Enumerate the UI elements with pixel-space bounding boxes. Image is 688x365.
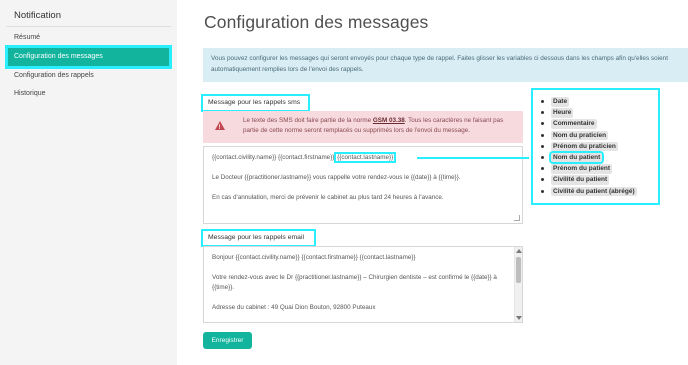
scroll-up-arrow-icon[interactable]: [516, 249, 522, 253]
drag-connector-line: [417, 157, 529, 159]
info-banner: Vous pouvez configurer les messages qui …: [203, 48, 688, 82]
bullet-icon: [541, 189, 544, 193]
variable-chip[interactable]: Nom du patient: [548, 151, 605, 165]
resize-handle[interactable]: [514, 215, 520, 221]
main-content: Configuration des messages Vous pouvez c…: [177, 0, 688, 365]
warning-icon: [215, 121, 225, 133]
bullet-icon: [541, 111, 544, 115]
variable-chip[interactable]: Prénom du patient: [551, 164, 613, 174]
variable-chip[interactable]: Civilité du patient (abrégé): [551, 186, 637, 196]
variable-civilite-patient-abrege[interactable]: Civilité du patient (abrégé): [537, 186, 658, 198]
bullet-icon: [541, 178, 544, 182]
variable-prenom-patient[interactable]: Prénom du patient: [537, 164, 658, 175]
variables-list: Date Heure Commentaire Nom du praticien …: [537, 97, 658, 198]
lastname-variable-token: {{contact.lastname}}: [334, 152, 397, 163]
page-title: Configuration des messages: [204, 12, 429, 32]
email-line-confirmation: Votre rendez-vous avec le Dr {{practitio…: [212, 274, 497, 291]
sidebar-divider: [6, 26, 171, 27]
sidebar-item-historique[interactable]: Historique: [14, 90, 46, 97]
sidebar-title: Notification: [14, 10, 61, 21]
sms-section-label: Message pour les rappels sms: [201, 94, 310, 112]
variable-chip[interactable]: Commentaire: [551, 119, 597, 129]
sidebar-item-configuration-messages[interactable]: Configuration des messages: [5, 45, 172, 69]
gsm-norm-link[interactable]: GSM 03.38: [373, 117, 405, 124]
variable-nom-patient[interactable]: Nom du patient: [537, 151, 658, 165]
email-line-address: Adresse du cabinet : 49 Quai Dion Bouton…: [212, 304, 376, 311]
email-line-greeting: Bonjour {{contact.civility.name}} {{cont…: [212, 254, 416, 261]
bullet-icon: [541, 100, 544, 103]
scroll-thumb[interactable]: [516, 257, 521, 283]
variable-chip[interactable]: Nom du praticien: [551, 130, 609, 141]
bullet-icon: [541, 144, 544, 148]
variable-prenom-praticien[interactable]: Prénom du praticien: [537, 141, 658, 153]
variable-heure[interactable]: Heure: [537, 108, 658, 119]
sms-line-reminder: Le Docteur {{practitioner.lastname}} vou…: [212, 174, 461, 181]
variable-chip[interactable]: Heure: [551, 108, 574, 118]
variable-chip[interactable]: Date: [551, 97, 570, 107]
bullet-icon: [541, 155, 544, 159]
bullet-icon: [541, 133, 544, 137]
save-button[interactable]: Enregistrer: [203, 332, 252, 349]
bullet-icon: [541, 122, 544, 126]
variable-chip[interactable]: Prénom du praticien: [551, 141, 618, 152]
email-message-textarea[interactable]: Bonjour {{contact.civility.name}} {{cont…: [203, 246, 523, 323]
bullet-icon: [541, 167, 544, 171]
email-section-label: Message pour les rappels email: [201, 229, 316, 247]
sidebar-item-resume[interactable]: Résumé: [14, 34, 40, 41]
variable-civilite-patient[interactable]: Civilité du patient: [537, 175, 658, 186]
scroll-down-arrow-icon[interactable]: [516, 316, 522, 320]
sidebar-item-configuration-rappels[interactable]: Configuration des rappels: [14, 72, 94, 79]
sms-warning-alert: Le texte des SMS doit faire partie de la…: [203, 111, 523, 143]
email-scrollbar[interactable]: [514, 247, 522, 322]
variable-chip[interactable]: Civilité du patient: [551, 175, 610, 185]
variables-panel: Date Heure Commentaire Nom du praticien …: [531, 88, 660, 205]
alert-text-prefix: Le texte des SMS doit faire partie de la…: [243, 117, 372, 124]
variable-nom-praticien[interactable]: Nom du praticien: [537, 130, 658, 142]
sms-line-cancellation: En cas d'annulation, merci de prévenir l…: [212, 194, 444, 201]
sms-greeting-prefix: {{contact.civility.name}} {{contact.firs…: [212, 154, 337, 161]
variable-date[interactable]: Date: [537, 97, 658, 108]
variable-commentaire[interactable]: Commentaire: [537, 119, 658, 130]
sidebar: Notification Résumé Configuration des me…: [0, 0, 177, 365]
